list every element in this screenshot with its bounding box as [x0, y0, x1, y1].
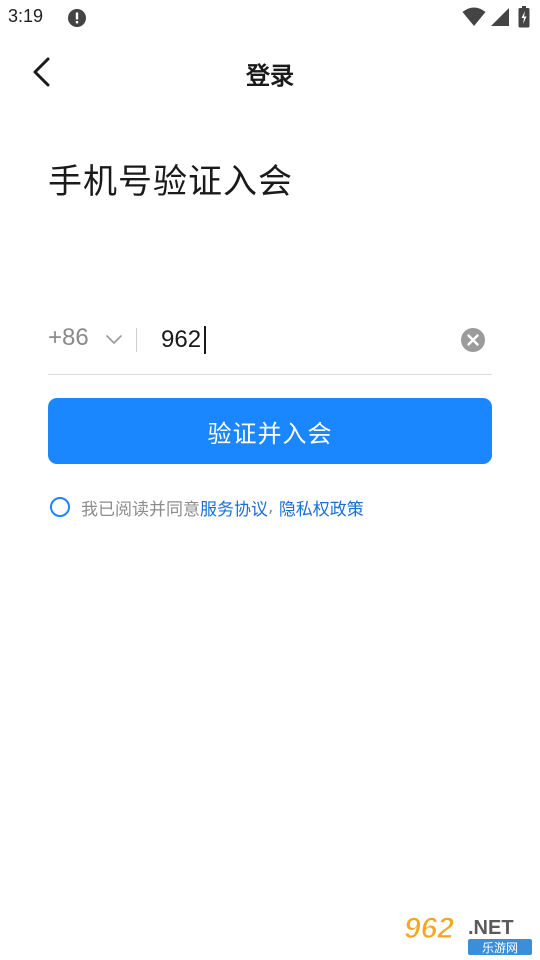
alert-icon	[68, 9, 86, 27]
divider	[136, 328, 137, 352]
watermark-sub: 乐游网	[482, 941, 518, 955]
text-cursor	[204, 326, 206, 354]
nav-title: 登录	[246, 62, 294, 90]
status-time: 3:19	[8, 6, 44, 26]
status-bar: 3:19	[0, 0, 540, 36]
privacy-policy-link[interactable]: 隐私权政策	[279, 495, 364, 520]
signal-icon	[491, 8, 509, 26]
chevron-down-icon[interactable]	[106, 334, 122, 346]
watermark-logo: 962 .NET 乐游网	[404, 912, 532, 955]
agree-checkbox[interactable]	[50, 497, 70, 517]
country-code-selector[interactable]: +86	[48, 324, 89, 352]
wifi-icon	[462, 7, 486, 26]
service-agreement-link[interactable]: 服务协议	[200, 495, 268, 520]
agreement-row: 我已阅读并同意 服务协议 , 隐私权政策	[50, 495, 364, 520]
watermark-suffix: .NET	[468, 917, 514, 939]
watermark-number: 962	[404, 912, 454, 945]
phone-input[interactable]	[152, 320, 451, 360]
agreement-text: 我已阅读并同意	[81, 499, 200, 520]
verify-join-button[interactable]: 验证并入会	[48, 398, 492, 464]
clear-icon[interactable]	[460, 327, 486, 353]
agreement-separator: ,	[268, 497, 279, 517]
phone-input-row: +86	[48, 308, 492, 375]
page-heading: 手机号验证入会	[48, 162, 293, 202]
battery-icon	[518, 6, 530, 28]
